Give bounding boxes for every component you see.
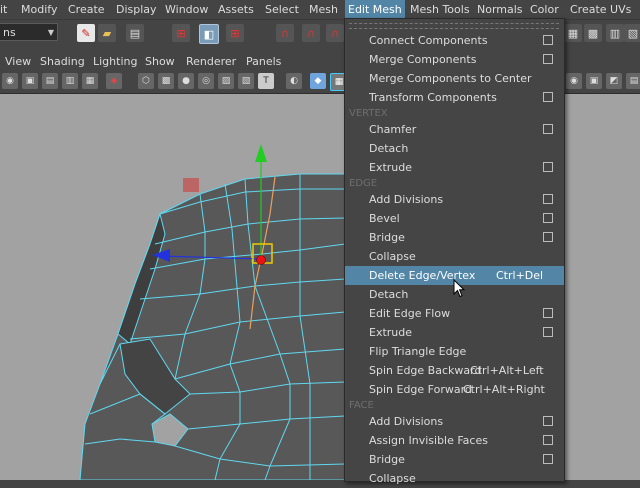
option-box-icon[interactable]	[543, 162, 553, 172]
menu-item-extrude-vertex[interactable]: Extrude	[345, 158, 564, 177]
menu-item-add-divisions-face[interactable]: Add Divisions	[345, 412, 564, 431]
panel-menu-lighting[interactable]: Lighting	[93, 52, 137, 71]
option-box-icon[interactable]	[543, 213, 553, 223]
save-scene-icon[interactable]: ▤	[126, 24, 144, 42]
option-box-icon[interactable]	[543, 232, 553, 242]
menu-color[interactable]: Color	[530, 0, 559, 19]
menu-item-bridge-face[interactable]: Bridge	[345, 450, 564, 469]
select-object-icon[interactable]: ◧	[199, 24, 219, 44]
menu-item-flip-triangle-edge[interactable]: Flip Triangle Edge	[345, 342, 564, 361]
panel-menu-panels[interactable]: Panels	[246, 52, 281, 71]
menu-item-extrude-edge[interactable]: Extrude	[345, 323, 564, 342]
isolate-select-icon[interactable]: ◐	[286, 73, 302, 89]
pivot-marker-icon	[183, 178, 199, 192]
panel-menu-renderer[interactable]: Renderer	[186, 52, 236, 71]
panel-layout-icon[interactable]: ▤	[626, 73, 640, 89]
menu-item-chamfer[interactable]: Chamfer	[345, 120, 564, 139]
menu-item-bevel[interactable]: Bevel	[345, 209, 564, 228]
option-box-icon[interactable]	[543, 454, 553, 464]
ipr-render-icon[interactable]: ▥	[606, 24, 624, 42]
render-sequence-icon[interactable]: ▩	[584, 24, 602, 42]
resolution-gate-icon[interactable]: ◈	[106, 73, 122, 89]
menu-normals[interactable]: Normals	[477, 0, 523, 19]
menu-item-merge-components-to-center[interactable]: Merge Components to Center	[345, 69, 564, 88]
layout-icon[interactable]: ▥	[62, 73, 78, 89]
menu-item-collapse-face[interactable]: Collapse	[345, 469, 564, 488]
snap-grid-icon[interactable]: ∩	[276, 24, 294, 42]
section-header-vertex: VERTEX	[349, 108, 388, 119]
new-scene-icon[interactable]: ✎	[77, 24, 95, 42]
snap-point-icon[interactable]: ∩	[326, 24, 344, 42]
menu-item-collapse-edge[interactable]: Collapse	[345, 247, 564, 266]
render-frame-icon[interactable]: ▦	[564, 24, 582, 42]
frame-selection-icon[interactable]: ▣	[586, 73, 602, 89]
shadows-icon[interactable]: ▧	[238, 73, 254, 89]
shortcut-label: Ctrl+Alt+Left	[470, 364, 544, 377]
menu-item-bridge-edge[interactable]: Bridge	[345, 228, 564, 247]
menu-item-detach-vertex[interactable]: Detach	[345, 139, 564, 158]
light-icon[interactable]: ▨	[218, 73, 234, 89]
camera-attributes-icon[interactable]: ▣	[22, 73, 38, 89]
menu-window[interactable]: Window	[165, 0, 208, 19]
menu-edit-truncated[interactable]: it	[0, 0, 7, 19]
menu-set-select[interactable]: ns ▼	[0, 23, 58, 41]
menu-display[interactable]: Display	[116, 0, 157, 19]
panel-menu-view[interactable]: View	[5, 52, 31, 71]
menu-item-assign-invisible-faces[interactable]: Assign Invisible Faces	[345, 431, 564, 450]
grid-icon[interactable]: ▦	[82, 73, 98, 89]
menu-mesh-tools[interactable]: Mesh Tools	[410, 0, 470, 19]
menu-item-spin-edge-backward[interactable]: Spin Edge Backward Ctrl+Alt+Left	[345, 361, 564, 380]
menu-item-add-divisions-edge[interactable]: Add Divisions	[345, 190, 564, 209]
frame-all-icon[interactable]: ◉	[566, 73, 582, 89]
menu-item-connect-components[interactable]: Connect Components	[345, 31, 564, 50]
section-header-edge: EDGE	[349, 178, 378, 189]
smooth-shade-icon[interactable]: ▩	[158, 73, 174, 89]
option-box-icon[interactable]	[543, 194, 553, 204]
render-settings-icon[interactable]: ▧	[624, 24, 640, 42]
menu-assets[interactable]: Assets	[218, 0, 254, 19]
menu-mesh[interactable]: Mesh	[309, 0, 338, 19]
snap-curve-icon[interactable]: ∩	[302, 24, 320, 42]
edit-mesh-dropdown: Connect Components Merge Components Merg…	[344, 18, 565, 485]
option-box-icon[interactable]	[543, 327, 553, 337]
menu-item-spin-edge-forward[interactable]: Spin Edge Forward Ctrl+Alt+Right	[345, 380, 564, 399]
menu-item-transform-components[interactable]: Transform Components	[345, 88, 564, 107]
wireframe-icon[interactable]: ⬡	[138, 73, 154, 89]
option-box-icon[interactable]	[543, 416, 553, 426]
menu-set-value: ns	[3, 26, 16, 39]
menu-item-edit-edge-flow[interactable]: Edit Edge Flow	[345, 304, 564, 323]
texture-icon[interactable]: ◎	[198, 73, 214, 89]
option-box-icon[interactable]	[543, 54, 553, 64]
option-box-icon[interactable]	[543, 308, 553, 318]
menu-modify[interactable]: Modify	[21, 0, 57, 19]
menu-select[interactable]: Select	[265, 0, 299, 19]
menu-create[interactable]: Create	[68, 0, 105, 19]
main-menubar: it Modify Create Display Window Assets S…	[0, 0, 640, 19]
menu-item-merge-components[interactable]: Merge Components	[345, 50, 564, 69]
shortcut-label: Ctrl+Del	[496, 269, 544, 282]
menu-create-uvs[interactable]: Create UVs	[570, 0, 631, 19]
option-box-icon[interactable]	[543, 92, 553, 102]
camera-icon[interactable]: ◉	[2, 73, 18, 89]
shortcut-label: Ctrl+Alt+Right	[463, 383, 545, 396]
grease-pencil-icon[interactable]: ◩	[606, 73, 622, 89]
text-icon[interactable]: T	[258, 73, 274, 89]
bookmark-icon[interactable]: ▤	[42, 73, 58, 89]
xray-icon[interactable]: ◆	[310, 73, 326, 89]
tear-off-handle[interactable]	[349, 23, 559, 29]
mouse-cursor-icon	[453, 279, 466, 298]
panel-menu-show[interactable]: Show	[145, 52, 175, 71]
section-header-face: FACE	[349, 400, 374, 411]
option-box-icon[interactable]	[543, 435, 553, 445]
panel-menu-shading[interactable]: Shading	[40, 52, 85, 71]
option-box-icon[interactable]	[543, 124, 553, 134]
select-hierarchy-icon[interactable]: ⊞	[172, 24, 190, 42]
menu-edit-mesh[interactable]: Edit Mesh	[345, 0, 405, 19]
open-scene-icon[interactable]: ▰	[98, 24, 116, 42]
select-component-icon[interactable]: ⊞	[226, 24, 244, 42]
chevron-down-icon: ▼	[47, 28, 54, 37]
default-material-icon[interactable]: ●	[178, 73, 194, 89]
option-box-icon[interactable]	[543, 35, 553, 45]
